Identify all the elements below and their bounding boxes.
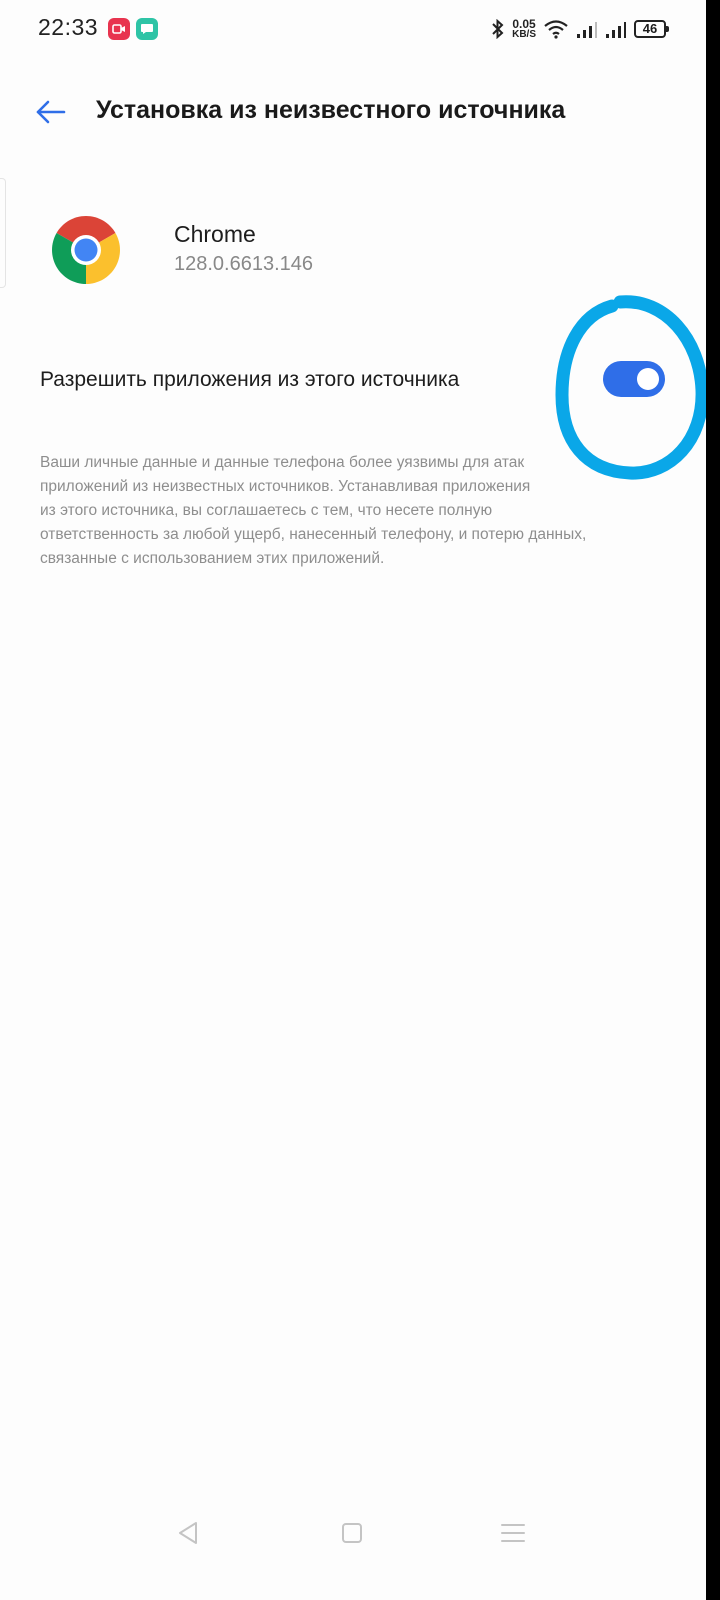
warning-line: ответственность за любой ущерб, нанесенн… [40,526,587,543]
battery-icon: 46 [634,20,669,38]
status-time: 22:33 [38,14,99,40]
settings-screen: 22:33 0.05 KB/S 46 Установка из неизвест… [0,0,709,1600]
status-icons: 0.05 KB/S 46 [491,15,669,43]
allow-unknown-sources-toggle[interactable] [603,361,665,397]
wifi-icon [544,20,568,39]
net-speed-unit: KB/S [512,29,536,40]
toggle-knob [637,368,659,390]
warning-line: связанные с использованием этих приложен… [40,550,385,567]
signal-sim2-icon [606,22,626,38]
nav-home-button[interactable] [337,1518,367,1548]
nav-recents-icon [501,1524,525,1542]
app-name: Chrome [174,221,256,247]
app-version: 128.0.6613.146 [174,253,314,275]
nav-recents-button[interactable] [498,1518,528,1548]
chrome-icon [52,216,120,284]
warning-line: Ваши личные данные и данные телефона бол… [40,454,525,471]
security-warning: Ваши личные данные и данные телефона бол… [40,451,620,571]
message-app-icon [136,18,158,40]
nav-home-icon [342,1523,362,1543]
nav-back-icon [179,1522,197,1544]
nav-back-button[interactable] [174,1518,204,1548]
navigation-bar [0,1500,706,1564]
warning-line: из этого источника, вы соглашаетесь с те… [40,502,493,519]
page-title: Установка из неизвестного источника [96,96,566,124]
signal-sim1-icon [577,22,597,38]
back-button[interactable] [30,92,70,132]
bluetooth-icon [492,19,504,39]
screen-edge [706,0,720,1600]
network-speed: 0.05 KB/S [512,18,536,40]
battery-level: 46 [642,21,658,36]
screen-record-icon [108,18,130,40]
arrow-left-icon [36,100,66,124]
status-bar: 22:33 0.05 KB/S 46 [0,0,706,58]
warning-line: приложений из неизвестных источников. Ус… [40,478,531,495]
allow-unknown-sources-row[interactable]: Разрешить приложения из этого источника [0,340,706,424]
edge-panel-handle[interactable] [0,178,6,288]
allow-unknown-sources-label: Разрешить приложения из этого источника [40,368,460,391]
